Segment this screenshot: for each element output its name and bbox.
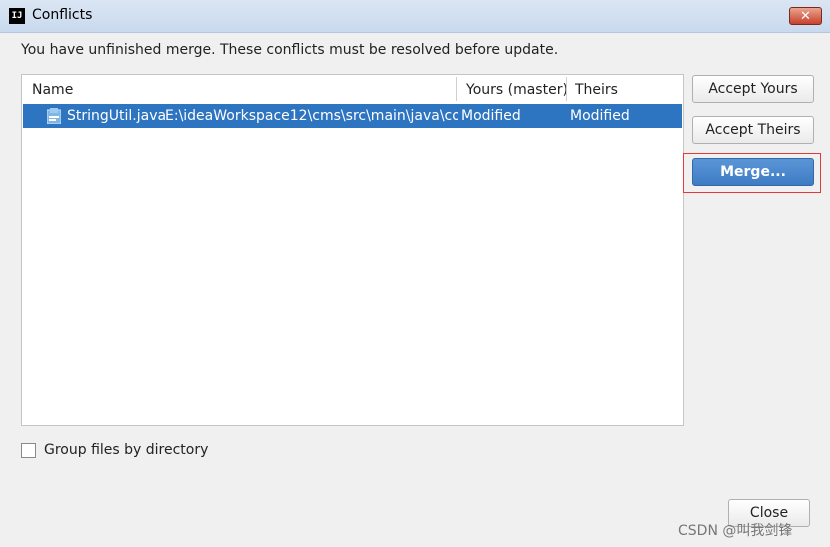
theirs-status: Modified bbox=[570, 108, 630, 124]
accept-theirs-button[interactable]: Accept Theirs bbox=[692, 116, 814, 144]
column-header-theirs[interactable]: Theirs (origin/... bbox=[575, 75, 683, 128]
yours-status: Modified bbox=[461, 108, 521, 124]
conflict-message: You have unfinished merge. These conflic… bbox=[21, 42, 559, 58]
table-row[interactable]: StringUtil.java E:\ideaWorkspace12\cms\s… bbox=[23, 104, 682, 128]
table-header: Name Yours (master) Theirs (origin/... bbox=[22, 75, 683, 128]
file-path: E:\ideaWorkspace12\cms\src\main\java\cor bbox=[165, 108, 458, 124]
column-divider[interactable] bbox=[456, 77, 457, 101]
conflicts-table: Name Yours (master) Theirs (origin/... S… bbox=[21, 74, 684, 426]
column-divider[interactable] bbox=[566, 77, 567, 101]
window-title: Conflicts bbox=[32, 7, 93, 23]
window-close-button[interactable]: ✕ bbox=[789, 7, 822, 25]
group-files-label[interactable]: Group files by directory bbox=[44, 442, 208, 458]
merge-button-highlight bbox=[683, 153, 821, 193]
file-name: StringUtil.java bbox=[67, 108, 167, 124]
column-header-yours[interactable]: Yours (master) bbox=[466, 75, 568, 103]
intellij-app-icon: IJ bbox=[9, 8, 25, 24]
title-bar: IJ Conflicts ✕ bbox=[0, 0, 830, 33]
accept-yours-button[interactable]: Accept Yours bbox=[692, 75, 814, 103]
group-files-checkbox[interactable] bbox=[21, 443, 36, 458]
watermark: CSDN @叫我剑锋 bbox=[678, 523, 793, 539]
column-header-name[interactable]: Name bbox=[32, 75, 73, 103]
java-file-icon bbox=[47, 108, 61, 124]
